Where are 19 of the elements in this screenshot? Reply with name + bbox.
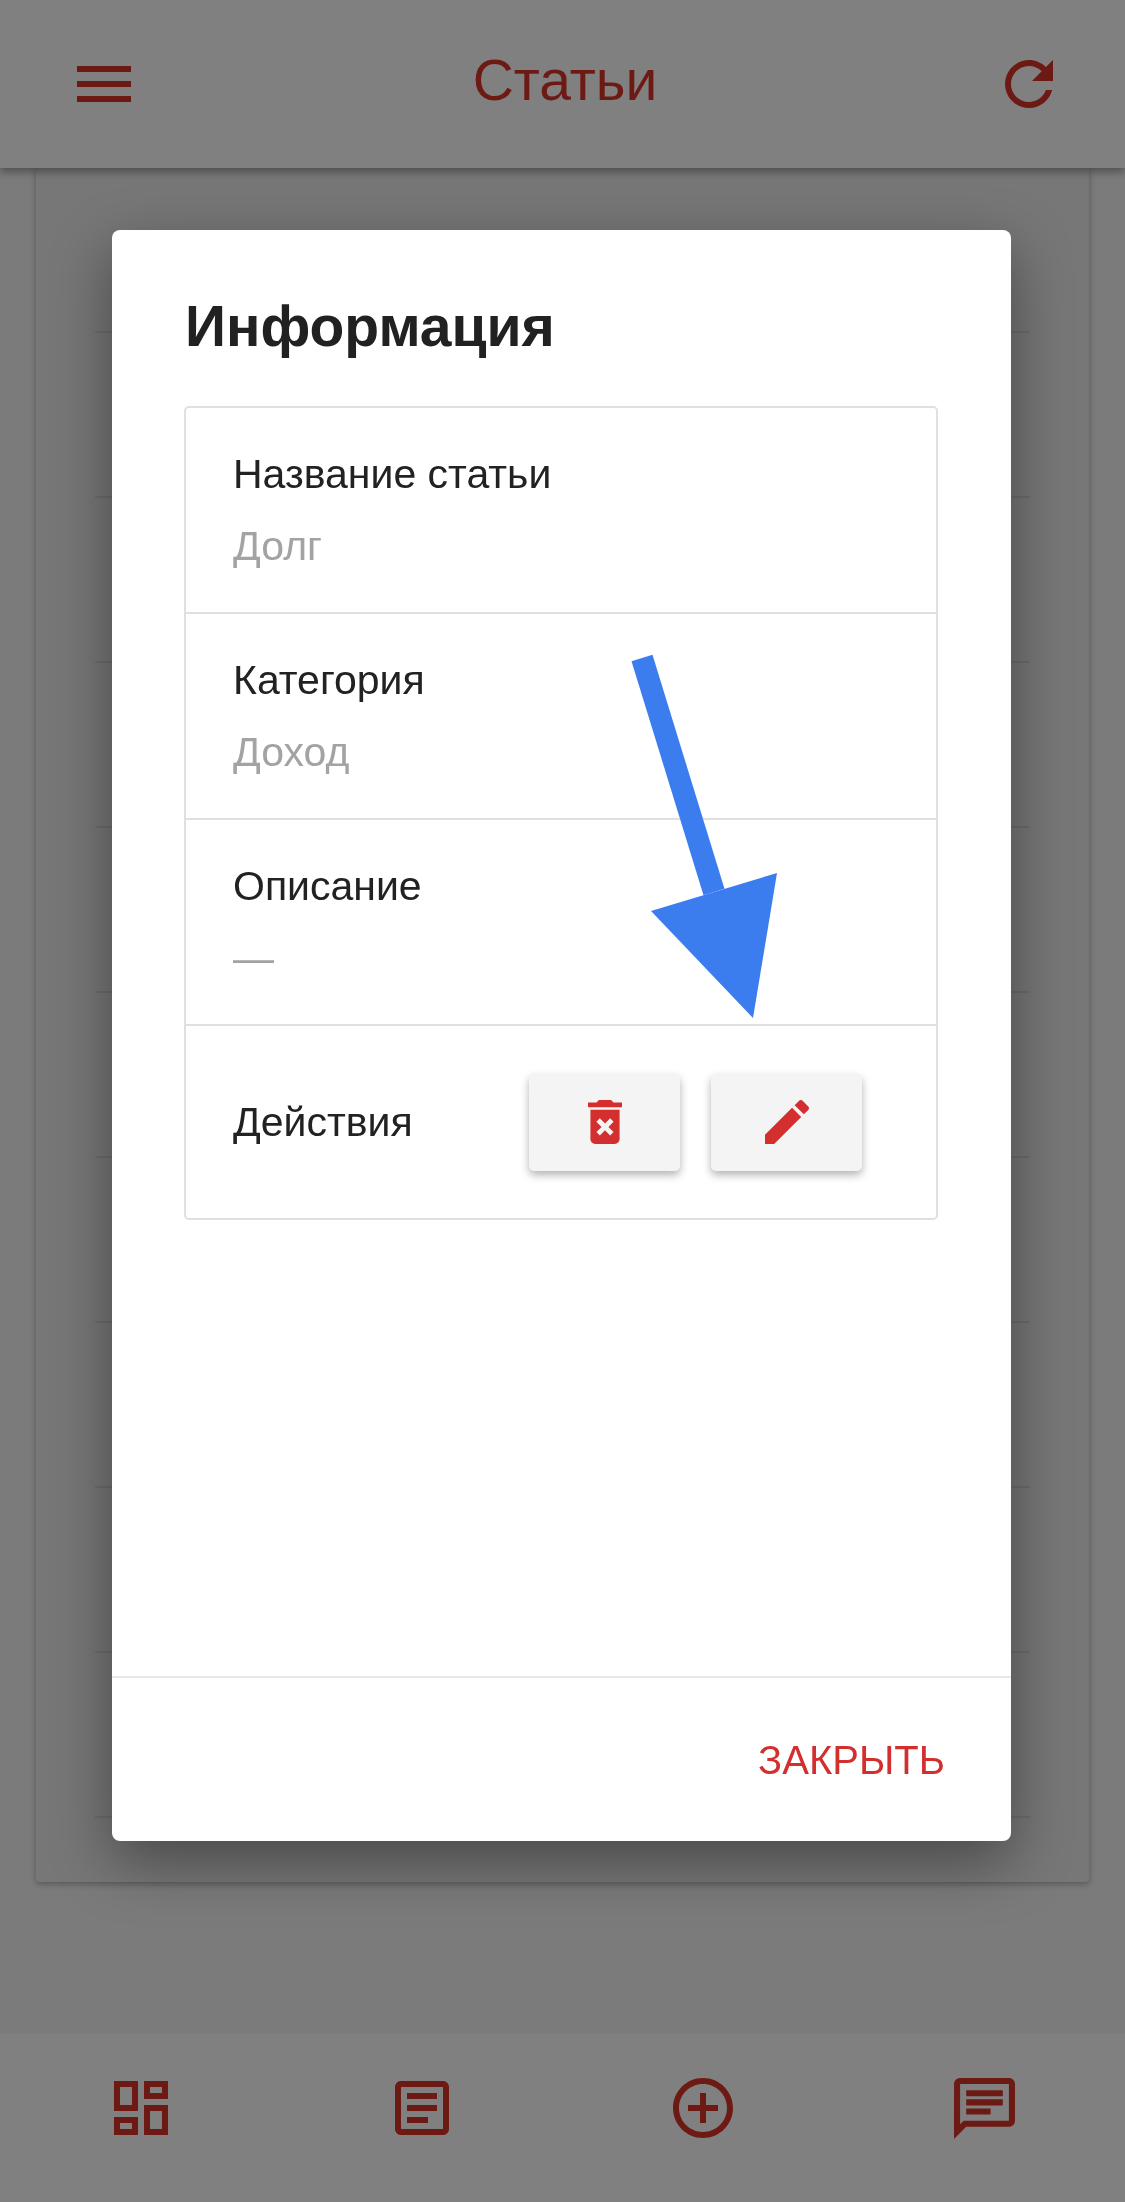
chat-icon [953,2077,1015,2139]
dialog-title: Информация [185,295,556,357]
field-label: Описание [233,862,422,911]
edit-button[interactable] [711,1073,862,1171]
delete-button[interactable] [529,1073,680,1171]
document-icon [394,2081,449,2135]
field-label: Категория [233,656,425,705]
pencil-icon [764,1100,809,1144]
refresh-icon [1005,60,1053,108]
actions-label: Действия [233,1098,414,1147]
trash-icon [587,1100,622,1144]
field-label: Название статьи [233,450,552,499]
field-value: Доход [233,728,350,777]
field-value: — [233,934,274,983]
app-bar-title: Статьи [472,47,658,114]
menu-icon [77,66,131,102]
grid-icon [113,2081,168,2135]
field-value: Долг [233,522,322,571]
close-button[interactable]: ЗАКРЫТЬ [742,1718,961,1801]
